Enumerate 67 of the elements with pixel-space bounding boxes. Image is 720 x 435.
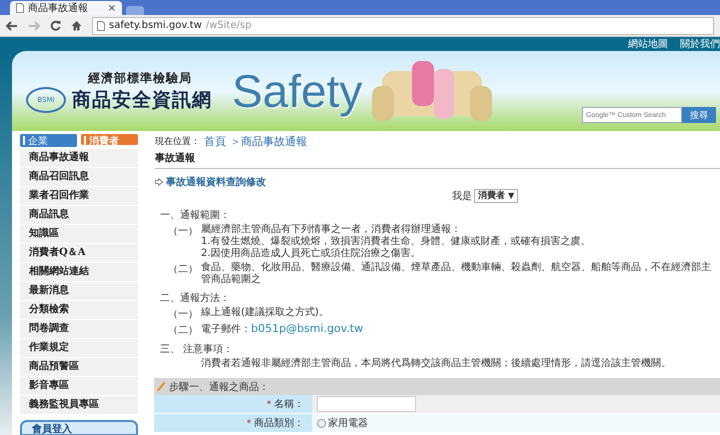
sidebar-item[interactable]: 商品訊息 <box>20 206 138 225</box>
arrow-icon <box>155 178 163 186</box>
item-number: （一） <box>168 308 199 321</box>
sidebar-item[interactable]: 義務監視員專區 <box>20 396 138 415</box>
page-icon <box>97 20 105 30</box>
item-number: （二） <box>168 324 199 337</box>
reload-icon[interactable] <box>50 20 61 31</box>
role-label: 我是 <box>452 190 472 203</box>
item-text: 食品、藥物、化妝用品、醫療設備、通訊設備、煙草產品、機動車輛、殺蟲劑、航空器、船舶等商品，不在經濟部主管商品範圍之 <box>201 262 711 285</box>
audience-tab[interactable]: 企業 <box>20 134 77 147</box>
top-link[interactable]: 關於我們 <box>680 37 720 51</box>
email-link[interactable]: b051p@bsmi.gov.tw <box>251 322 364 335</box>
section-heading: 二、通報方法： <box>160 292 231 305</box>
member-login-button[interactable]: 會員登入 <box>20 420 138 435</box>
tab-title: 商品事故通報 <box>28 2 89 15</box>
search-button[interactable]: 搜尋 <box>682 107 716 123</box>
item-text: 2.因使用商品造成人員死亡或須住院治療之傷害。 <box>201 248 421 259</box>
item-number: （二） <box>168 263 199 277</box>
url-host: safety.bsmi.gov.tw <box>109 20 202 31</box>
tab-close-button[interactable]: × <box>108 2 116 14</box>
browser-tab[interactable]: 商品事故通報 × <box>10 1 122 15</box>
radio-label: 家用電器 <box>328 416 368 430</box>
section-heading: 三、 注意事項： <box>160 342 234 356</box>
sidebar-item[interactable]: 商品預警區 <box>20 358 138 377</box>
role-dropdown[interactable]: 消費者 ▼ <box>474 189 518 203</box>
item-text: 屬經濟部主管商品有下列情事之一者，消費者得辦理通報： <box>201 224 461 235</box>
page-title: 事故通報 <box>155 149 720 169</box>
sidebar-item[interactable]: 商品召回訊息 <box>20 168 138 187</box>
page-icon <box>16 3 24 13</box>
step-title: 步驟一、通報之商品： <box>169 380 269 394</box>
sidebar-item[interactable]: 業者召回作業 <box>20 187 138 206</box>
forward-icon[interactable] <box>28 20 40 30</box>
sidebar-item[interactable]: 相關網站連結 <box>20 263 138 282</box>
sidebar-item[interactable]: 分類檢索 <box>20 301 138 320</box>
item-text: 1.有發生燃燒、爆裂或燒熔，致損害消費者生命、身體、健康或財產，或確有損害之虞。 <box>201 236 591 247</box>
item-number: （一） <box>168 225 199 239</box>
back-icon[interactable] <box>6 20 18 30</box>
url-path: /wSite/sp <box>206 20 252 31</box>
top-link[interactable]: 網站地圖 <box>628 37 668 51</box>
name-field[interactable] <box>317 396 416 412</box>
sidebar-item[interactable]: 作業規定 <box>20 339 138 358</box>
banner-title: Safety <box>232 64 362 118</box>
home-icon[interactable] <box>71 20 82 31</box>
item-text: 線上通報(建議採取之方式)。 <box>201 307 329 318</box>
sidebar-item[interactable]: 消費者Q＆A <box>20 244 138 263</box>
required-mark: ＊ <box>244 417 254 430</box>
address-bar[interactable]: safety.bsmi.gov.tw /wSite/sp <box>92 16 714 34</box>
query-link[interactable]: 事故通報資料查詢修改 <box>166 175 266 189</box>
sidebar-item[interactable]: 商品事故通報 <box>20 149 138 168</box>
breadcrumb-link[interactable]: ＞商品事故通報 <box>230 134 307 148</box>
radio-button[interactable] <box>317 418 326 428</box>
pencil-icon <box>156 380 166 392</box>
item-text: 電子郵件： <box>201 324 251 335</box>
required-mark: ＊ <box>264 398 274 411</box>
breadcrumb-label: 現在位置： <box>155 136 200 148</box>
section-heading: 一、通報範圍： <box>160 208 231 222</box>
agency-name: 經濟部標準檢驗局 <box>88 70 193 86</box>
site-name: 商品安全資訊網 <box>72 88 212 112</box>
item-text: 消費者若通報非屬經濟部主管商品，本局將代爲轉交該商品主管機關；後續處理情形，請逕洽該主管機關。 <box>201 358 671 369</box>
sidebar-item[interactable]: 最新消息 <box>20 282 138 301</box>
breadcrumb-link[interactable]: 首頁 <box>204 134 226 148</box>
sidebar-item[interactable]: 問卷調查 <box>20 320 138 339</box>
field-label: 名稱： <box>274 398 304 411</box>
field-label: 商品類別： <box>254 416 304 430</box>
new-tab-button[interactable] <box>126 6 144 15</box>
sidebar-item[interactable]: 影音專區 <box>20 377 138 396</box>
sidebar-item[interactable]: 知識區 <box>20 225 138 244</box>
